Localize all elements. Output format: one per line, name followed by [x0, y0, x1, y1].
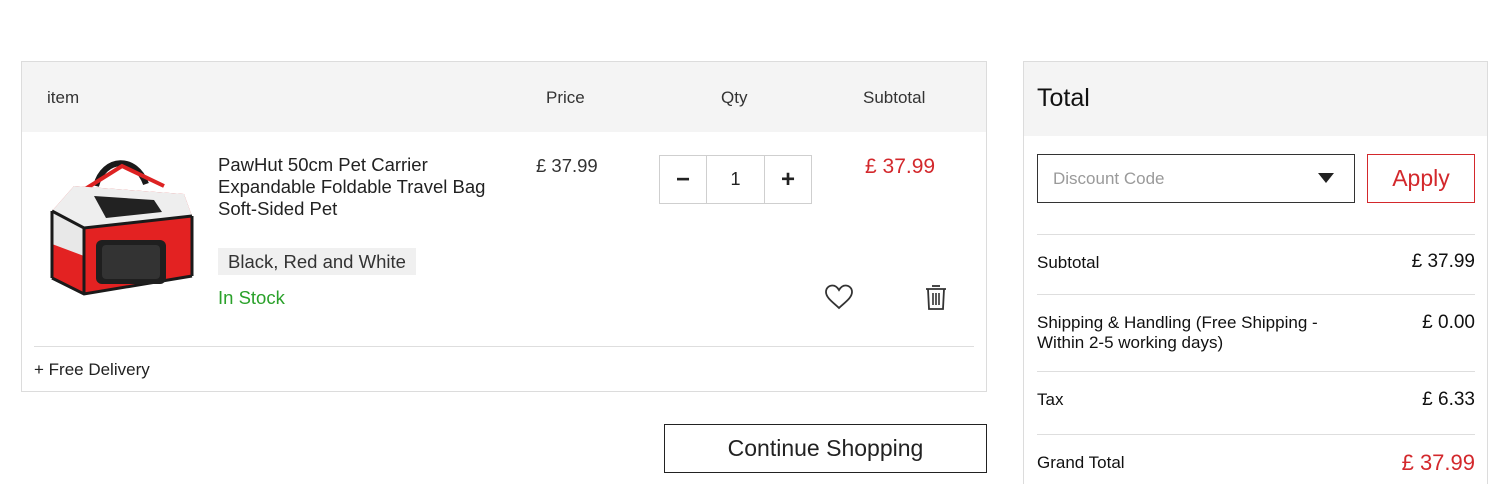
header-qty: Qty [721, 88, 748, 107]
apply-discount-button[interactable]: Apply [1367, 154, 1475, 203]
stock-status: In Stock [218, 287, 285, 308]
line-subtotal: £ 37.99 [865, 155, 936, 178]
product-name[interactable]: PawHut 50cm Pet Carrier Expandable Folda… [218, 154, 488, 220]
quantity-value[interactable]: 1 [706, 156, 765, 203]
product-price: £ 37.99 [536, 155, 598, 176]
product-variant: Black, Red and White [218, 248, 416, 275]
increase-quantity-button[interactable]: + [765, 156, 811, 203]
shipping-value: £ 0.00 [1422, 312, 1475, 333]
divider [1037, 371, 1475, 372]
discount-code-select[interactable] [1037, 154, 1355, 203]
totals-panel: Total Apply Subtotal £ 37.99 Shipping & … [1023, 61, 1488, 484]
pet-carrier-image[interactable] [44, 156, 196, 298]
free-delivery-note: + Free Delivery [34, 360, 150, 379]
heart-icon[interactable] [824, 284, 854, 310]
grand-total-label: Grand Total [1037, 453, 1125, 472]
continue-shopping-button[interactable]: Continue Shopping [664, 424, 987, 473]
divider [1037, 434, 1475, 435]
grand-total-value: £ 37.99 [1401, 450, 1475, 475]
decrease-quantity-button[interactable]: − [660, 156, 706, 203]
shipping-label: Shipping & Handling (Free Shipping - Wit… [1037, 313, 1318, 352]
discount-code-input[interactable] [1038, 155, 1308, 202]
trash-icon[interactable] [922, 283, 950, 311]
header-subtotal: Subtotal [863, 88, 926, 107]
divider [34, 346, 974, 347]
header-price: Price [546, 88, 585, 107]
cart-table-header: item Price Qty Subtotal [22, 62, 986, 132]
quantity-stepper: − 1 + [659, 155, 812, 204]
divider [1037, 294, 1475, 295]
header-item: item [47, 88, 80, 107]
cart-panel: item Price Qty Subtotal PawHut 50cm Pet … [21, 61, 987, 392]
chevron-down-icon[interactable] [1318, 173, 1334, 183]
tax-label: Tax [1037, 390, 1064, 409]
totals-header: Total [1024, 62, 1487, 136]
subtotal-label: Subtotal [1037, 253, 1100, 272]
subtotal-value: £ 37.99 [1411, 251, 1475, 272]
tax-value: £ 6.33 [1422, 389, 1475, 410]
divider [1037, 234, 1475, 235]
totals-title: Total [1037, 84, 1090, 112]
